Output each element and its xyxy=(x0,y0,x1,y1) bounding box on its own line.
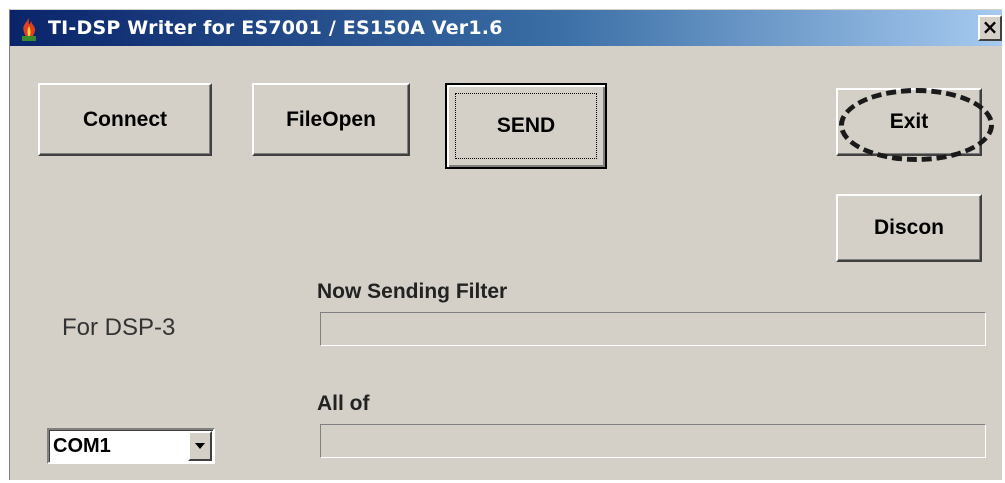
connect-button[interactable]: Connect xyxy=(38,83,212,156)
exit-button[interactable]: Exit xyxy=(836,88,982,156)
com-port-value: COM1 xyxy=(53,435,111,457)
com-port-select[interactable]: COM1 xyxy=(47,428,215,464)
fileopen-button-label: FileOpen xyxy=(286,107,376,131)
app-window: TI-DSP Writer for ES7001 / ES150A Ver1.6… xyxy=(9,9,1002,480)
discon-button-label: Discon xyxy=(873,216,944,239)
close-icon: × xyxy=(981,15,999,39)
connect-button-label: Connect xyxy=(83,107,167,131)
dropdown-button[interactable] xyxy=(188,431,212,461)
close-button[interactable]: × xyxy=(978,15,1002,41)
dsp-label: For DSP-3 xyxy=(62,314,176,341)
now-sending-filter-label: Now Sending Filter xyxy=(317,280,508,303)
chevron-down-icon xyxy=(195,443,205,449)
discon-button[interactable]: Discon xyxy=(836,194,982,262)
exit-button-label: Exit xyxy=(889,110,929,133)
fileopen-button[interactable]: FileOpen xyxy=(252,83,410,156)
send-button[interactable]: SEND xyxy=(445,83,607,169)
title-bar[interactable]: TI-DSP Writer for ES7001 / ES150A Ver1.6… xyxy=(10,10,1002,46)
now-sending-progress-bar xyxy=(320,312,986,346)
app-flame-icon xyxy=(16,16,42,42)
focus-indicator xyxy=(455,93,597,159)
all-of-label: All of xyxy=(317,392,370,415)
all-of-progress-bar xyxy=(320,424,986,458)
window-title: TI-DSP Writer for ES7001 / ES150A Ver1.6 xyxy=(48,17,503,39)
